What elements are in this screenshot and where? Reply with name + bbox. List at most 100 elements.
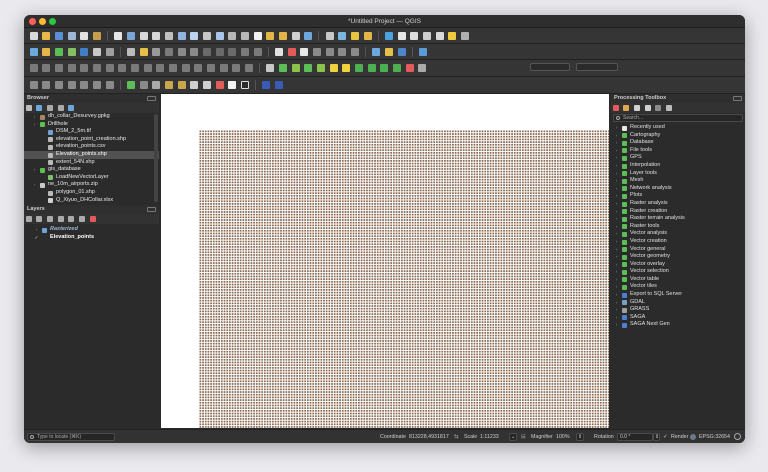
select-features-icon[interactable] bbox=[350, 32, 359, 40]
add-part-icon[interactable] bbox=[92, 64, 101, 72]
mesh-tool-icon[interactable] bbox=[262, 81, 271, 89]
ellipse-digitize-icon[interactable] bbox=[329, 64, 338, 72]
processing-item[interactable]: › Raster analysis bbox=[611, 200, 745, 208]
expand-arrow-icon[interactable]: › bbox=[614, 162, 619, 170]
open-attribute-table-icon[interactable] bbox=[338, 32, 347, 40]
label-show-hide-icon[interactable] bbox=[312, 48, 321, 56]
browser-item[interactable]: Q_Xiyuo_DHCollar.xlsx bbox=[24, 197, 159, 204]
cut-features-icon[interactable] bbox=[202, 48, 211, 56]
browser-item[interactable]: LoadNewVectorLayer bbox=[24, 174, 159, 182]
options-icon[interactable] bbox=[665, 105, 672, 111]
measure-line-icon[interactable] bbox=[461, 32, 470, 40]
redo-icon[interactable] bbox=[253, 48, 262, 56]
expand-arrow-icon[interactable]: › bbox=[614, 147, 619, 155]
browser-item[interactable]: DSM_2_5m.tif bbox=[24, 128, 159, 136]
new-layer-icon[interactable] bbox=[105, 48, 114, 56]
expand-arrow-icon[interactable]: › bbox=[614, 253, 619, 261]
save-edits-icon[interactable] bbox=[152, 48, 161, 56]
identify-features-icon[interactable] bbox=[325, 32, 334, 40]
coordinate-value[interactable]: 813228,4931817 bbox=[409, 434, 449, 440]
delete-part-icon[interactable] bbox=[130, 64, 139, 72]
processing-item[interactable]: › Vector overlay bbox=[611, 261, 745, 269]
edit-features-in-place-icon[interactable] bbox=[655, 105, 662, 111]
zoom-full-icon[interactable] bbox=[177, 32, 186, 40]
pan-map-icon[interactable] bbox=[114, 32, 123, 40]
lock-icon[interactable]: ⊟ bbox=[521, 434, 525, 440]
label-move-icon[interactable] bbox=[325, 48, 334, 56]
processing-item[interactable]: › Network analysis bbox=[611, 185, 745, 193]
measure-area-icon[interactable] bbox=[92, 81, 101, 89]
crs-globe-icon[interactable] bbox=[690, 434, 696, 440]
current-edits-icon[interactable] bbox=[126, 48, 135, 56]
annotation-icon[interactable] bbox=[435, 32, 444, 40]
expand-arrow-icon[interactable]: › bbox=[614, 283, 619, 291]
layer-item[interactable]: ✓ Elevation_points bbox=[24, 234, 159, 242]
python-console-icon[interactable] bbox=[372, 48, 381, 56]
plugin-manager-icon[interactable] bbox=[397, 48, 406, 56]
processing-item[interactable]: › Interpolation bbox=[611, 162, 745, 170]
centroid-icon[interactable] bbox=[354, 64, 363, 72]
processing-item[interactable]: › Database bbox=[611, 139, 745, 147]
plugin-icon[interactable] bbox=[384, 48, 393, 56]
point-tool-icon[interactable] bbox=[367, 64, 376, 72]
label-pin-icon[interactable] bbox=[300, 48, 309, 56]
results-viewer-icon[interactable] bbox=[644, 105, 651, 111]
processing-item[interactable]: › Mesh bbox=[611, 177, 745, 185]
processing-item[interactable]: › Vector geometry bbox=[611, 253, 745, 261]
offset-curve-icon[interactable] bbox=[156, 64, 165, 72]
expand-arrow-icon[interactable]: › bbox=[614, 268, 619, 276]
locator-search-input[interactable]: Type to locate (⌘K) bbox=[27, 433, 115, 441]
expand-arrow-icon[interactable]: › bbox=[614, 261, 619, 269]
crs-value[interactable]: EPSG:32654 bbox=[699, 434, 730, 440]
processing-item[interactable]: › GDAL bbox=[611, 299, 745, 307]
panel-float-button[interactable] bbox=[147, 207, 156, 212]
magnifier-value[interactable]: 100% bbox=[556, 434, 570, 440]
save-project-icon[interactable] bbox=[54, 32, 63, 40]
expand-arrow-icon[interactable]: › bbox=[614, 139, 619, 147]
mesh-digitize-icon[interactable] bbox=[274, 81, 283, 89]
label-change-icon[interactable] bbox=[350, 48, 359, 56]
processing-item[interactable]: › Plots bbox=[611, 192, 745, 200]
add-delimited-text-icon[interactable] bbox=[67, 48, 76, 56]
expand-arrow-icon[interactable]: › bbox=[614, 208, 619, 216]
deselect-features-icon[interactable] bbox=[363, 32, 372, 40]
browser-item[interactable]: elevation_point_creation.shp bbox=[24, 136, 159, 144]
processing-item[interactable]: › Vector general bbox=[611, 246, 745, 254]
expand-arrow-icon[interactable]: › bbox=[614, 276, 619, 284]
expand-arrow-icon[interactable]: › bbox=[614, 291, 619, 299]
processing-search-input[interactable]: Search… bbox=[613, 114, 743, 122]
browser-item[interactable]: Elevation_points.shp bbox=[24, 150, 159, 159]
expand-arrow-icon[interactable]: › bbox=[34, 226, 39, 234]
processing-item[interactable]: › SAGA Next Gen bbox=[611, 321, 745, 329]
expand-arrow-icon[interactable]: › bbox=[614, 223, 619, 231]
measure-angle-icon[interactable] bbox=[105, 81, 114, 89]
local-histogram-icon[interactable] bbox=[139, 81, 148, 89]
layer-item[interactable]: › Rasterized bbox=[24, 226, 159, 234]
browser-item[interactable]: › gis_database bbox=[24, 166, 159, 174]
snapping-icon[interactable] bbox=[266, 64, 275, 72]
advanced-digitizing-icon[interactable] bbox=[29, 64, 38, 72]
add-wms-icon[interactable] bbox=[92, 48, 101, 56]
paste-features-icon[interactable] bbox=[228, 48, 237, 56]
expand-arrow-icon[interactable]: › bbox=[614, 299, 619, 307]
expand-arrow-icon[interactable]: › bbox=[614, 215, 619, 223]
save-as-icon[interactable] bbox=[67, 32, 76, 40]
collapse-all-icon[interactable] bbox=[78, 216, 85, 222]
reshape-icon[interactable] bbox=[143, 64, 152, 72]
rectangle-digitize-icon[interactable] bbox=[304, 64, 313, 72]
layout-manager-icon[interactable] bbox=[92, 32, 101, 40]
zoom-to-selection-icon[interactable] bbox=[190, 32, 199, 40]
manage-map-themes-icon[interactable] bbox=[46, 216, 53, 222]
filter-legend-icon[interactable] bbox=[57, 216, 64, 222]
select-all-icon[interactable] bbox=[67, 81, 76, 89]
add-raster-layer-icon[interactable] bbox=[54, 48, 63, 56]
processing-item[interactable]: › Vector analysis bbox=[611, 230, 745, 238]
expand-arrow-icon[interactable]: › bbox=[614, 170, 619, 178]
select-by-value-icon[interactable] bbox=[29, 81, 38, 89]
decrease-brightness-icon[interactable] bbox=[177, 81, 186, 89]
split-parts-icon[interactable] bbox=[181, 64, 190, 72]
expand-arrow-icon[interactable]: › bbox=[614, 238, 619, 246]
browser-item[interactable]: polygon_01.shp bbox=[24, 189, 159, 197]
panel-float-button[interactable] bbox=[147, 96, 156, 101]
fill-ring-icon[interactable] bbox=[105, 64, 114, 72]
